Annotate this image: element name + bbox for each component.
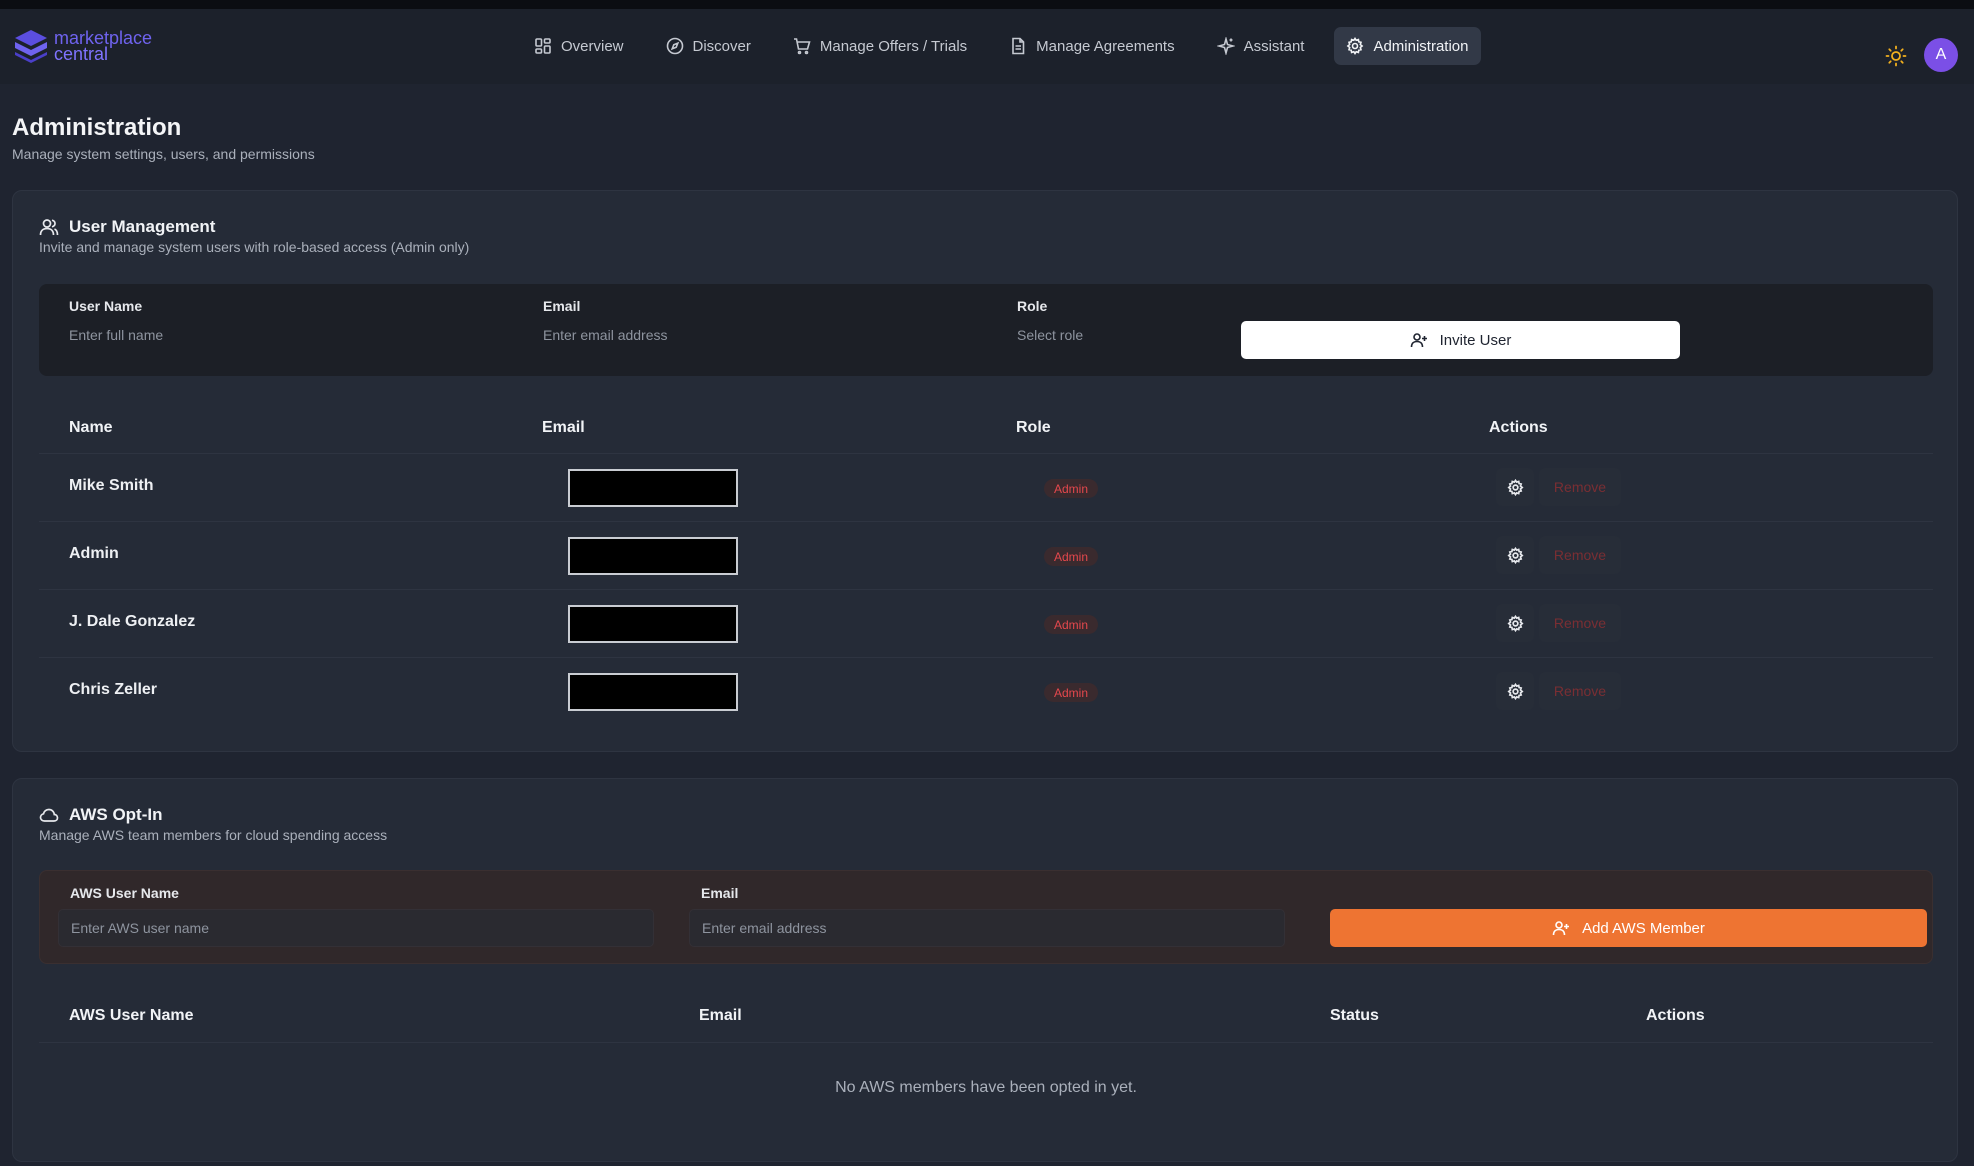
nav-item-administration[interactable]: Administration bbox=[1334, 27, 1481, 65]
document-icon bbox=[1012, 37, 1025, 55]
column-header-role: Role bbox=[1016, 419, 1051, 436]
table-row: J. Dale Gonzalez Admin Remove bbox=[39, 589, 1933, 657]
user-management-card: User Management Invite and manage system… bbox=[12, 190, 1958, 752]
nav-item-overview[interactable]: Overview bbox=[522, 27, 636, 65]
aws-user-name-input[interactable]: Enter AWS user name bbox=[58, 909, 654, 947]
page-title: Administration bbox=[12, 114, 182, 141]
logo-wordmark: marketplace central bbox=[54, 29, 152, 64]
redacted-email bbox=[568, 537, 738, 575]
add-aws-member-form: AWS User Name Enter AWS user name Email … bbox=[39, 870, 1933, 964]
user-plus-icon bbox=[1410, 333, 1427, 348]
nav-item-label: Manage Agreements bbox=[1036, 37, 1175, 55]
remove-user-button[interactable]: Remove bbox=[1539, 672, 1621, 710]
grid-icon bbox=[535, 38, 551, 54]
gear-icon bbox=[1506, 614, 1524, 632]
nav-item-manage-agreements[interactable]: Manage Agreements bbox=[997, 27, 1186, 65]
role-badge: Admin bbox=[1044, 479, 1099, 498]
user-settings-button[interactable] bbox=[1496, 468, 1534, 506]
invite-user-button-label: Invite User bbox=[1439, 331, 1512, 349]
table-row: Chris Zeller Admin Remove bbox=[39, 657, 1933, 725]
user-management-title: User Management bbox=[69, 217, 216, 236]
app-logo[interactable]: marketplace central bbox=[12, 28, 152, 64]
user-name-input[interactable]: Enter full name bbox=[57, 316, 497, 354]
cloud-icon bbox=[39, 808, 59, 822]
aws-email-input[interactable]: Enter email address bbox=[689, 909, 1285, 947]
redacted-email bbox=[568, 673, 738, 711]
aws-opt-in-description: Manage AWS team members for cloud spendi… bbox=[39, 827, 388, 843]
email-input[interactable]: Enter email address bbox=[531, 316, 971, 354]
user-plus-icon bbox=[1552, 921, 1570, 936]
role-label: Role bbox=[1017, 298, 1048, 314]
user-name-cell: J. Dale Gonzalez bbox=[69, 613, 196, 630]
nav-item-label: Assistant bbox=[1243, 37, 1305, 55]
table-divider bbox=[39, 1042, 1933, 1043]
table-row: Admin Admin Remove bbox=[39, 521, 1933, 589]
user-management-description: Invite and manage system users with role… bbox=[39, 239, 470, 255]
nav-item-manage-offers-trials[interactable]: Manage Offers / Trials bbox=[781, 27, 979, 65]
top-navigation-bar: marketplace central Overview Discover Ma… bbox=[0, 9, 1974, 84]
user-settings-button[interactable] bbox=[1496, 536, 1534, 574]
remove-user-button[interactable]: Remove bbox=[1539, 536, 1621, 574]
nav-item-label: Administration bbox=[1373, 37, 1469, 55]
nav-item-discover[interactable]: Discover bbox=[654, 27, 763, 65]
add-aws-member-button[interactable]: Add AWS Member bbox=[1330, 909, 1927, 947]
user-settings-button[interactable] bbox=[1496, 672, 1534, 710]
redacted-email bbox=[568, 469, 738, 507]
redacted-email bbox=[568, 605, 738, 643]
column-header-aws-user-name: AWS User Name bbox=[69, 1007, 194, 1024]
sun-theme-toggle-icon[interactable] bbox=[1885, 45, 1907, 67]
logo-mark-icon bbox=[15, 30, 47, 63]
remove-user-button[interactable]: Remove bbox=[1539, 468, 1621, 506]
role-badge: Admin bbox=[1044, 547, 1099, 566]
nav-item-label: Discover bbox=[692, 37, 751, 55]
user-avatar[interactable]: A bbox=[1924, 38, 1958, 72]
role-badge: Admin bbox=[1044, 615, 1099, 634]
aws-opt-in-card: AWS Opt-In Manage AWS team members for c… bbox=[12, 778, 1958, 1162]
role-badge: Admin bbox=[1044, 683, 1099, 702]
user-name-cell: Chris Zeller bbox=[69, 681, 158, 698]
user-settings-button[interactable] bbox=[1496, 604, 1534, 642]
sparkle-icon bbox=[1216, 37, 1235, 55]
column-header-name: Name bbox=[69, 419, 113, 436]
column-header-email: Email bbox=[542, 419, 585, 436]
aws-user-name-label: AWS User Name bbox=[70, 885, 179, 901]
column-header-status: Status bbox=[1330, 1007, 1379, 1024]
logo-line-2: central bbox=[54, 44, 109, 64]
email-label: Email bbox=[543, 298, 581, 314]
users-icon bbox=[39, 219, 59, 236]
aws-opt-in-header: AWS Opt-In bbox=[39, 805, 162, 825]
aws-email-label: Email bbox=[701, 885, 739, 901]
window-top-strip bbox=[0, 0, 1974, 9]
page-subtitle: Manage system settings, users, and permi… bbox=[12, 146, 315, 162]
remove-user-button[interactable]: Remove bbox=[1539, 604, 1621, 642]
user-name-label: User Name bbox=[69, 298, 143, 314]
add-aws-member-button-label: Add AWS Member bbox=[1582, 919, 1705, 937]
nav-item-label: Manage Offers / Trials bbox=[819, 37, 968, 55]
column-header-email: Email bbox=[699, 1007, 742, 1024]
gear-icon bbox=[1506, 682, 1524, 700]
nav-item-label: Overview bbox=[561, 37, 624, 55]
gear-icon bbox=[1347, 37, 1364, 55]
invite-user-form: User Name Enter full name Email Enter em… bbox=[39, 284, 1933, 376]
main-nav: Overview Discover Manage Offers / Trials… bbox=[522, 27, 1499, 65]
gear-icon bbox=[1506, 546, 1524, 564]
nav-item-assistant[interactable]: Assistant bbox=[1205, 27, 1317, 65]
column-header-actions: Actions bbox=[1489, 419, 1548, 436]
compass-icon bbox=[666, 37, 683, 55]
aws-opt-in-title: AWS Opt-In bbox=[69, 805, 163, 824]
empty-state-message: No AWS members have been opted in yet. bbox=[835, 1079, 1137, 1096]
gear-icon bbox=[1506, 478, 1524, 496]
column-header-actions: Actions bbox=[1646, 1007, 1705, 1024]
user-name-cell: Admin bbox=[69, 545, 119, 562]
invite-user-button[interactable]: Invite User bbox=[1241, 321, 1680, 359]
user-management-header: User Management bbox=[39, 217, 215, 237]
table-row: Mike Smith Admin Remove bbox=[39, 453, 1933, 521]
cart-icon bbox=[793, 38, 811, 55]
user-name-cell: Mike Smith bbox=[69, 477, 154, 494]
